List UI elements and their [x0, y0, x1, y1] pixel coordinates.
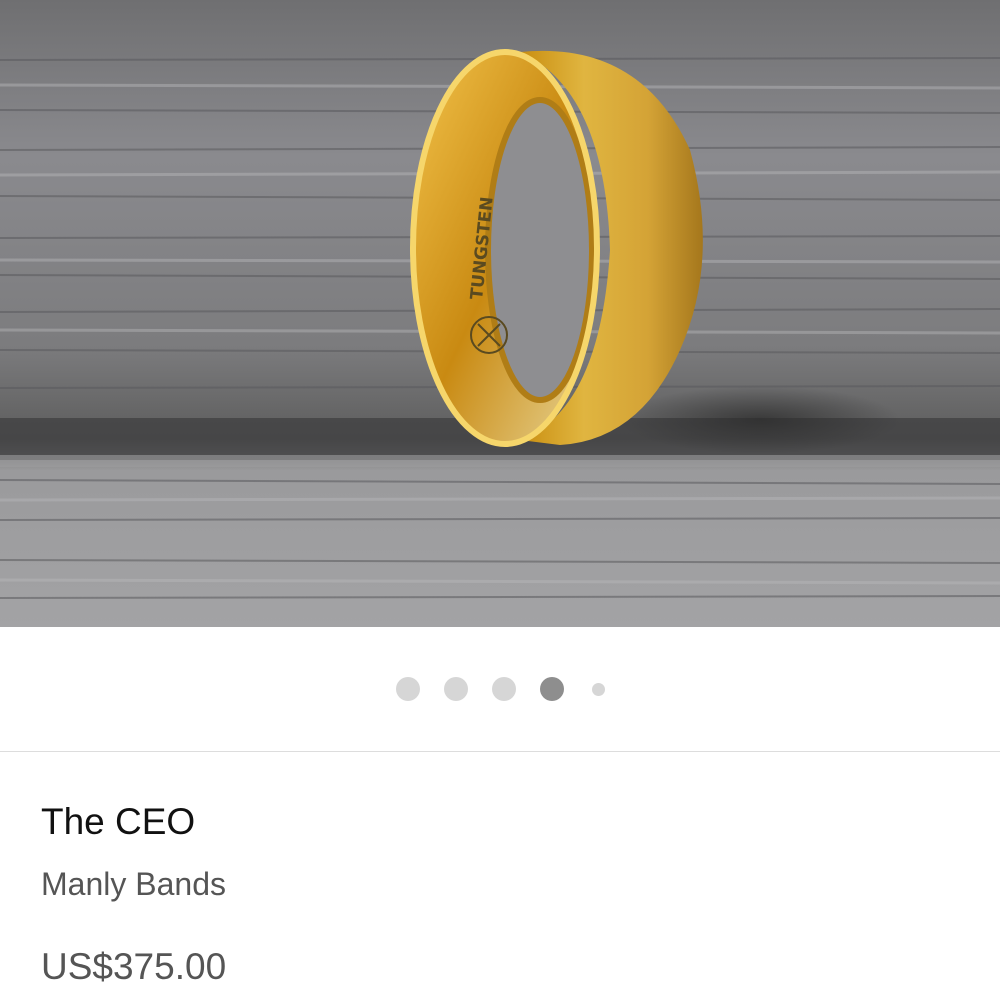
carousel-dot-2[interactable] — [443, 677, 468, 701]
carousel-dot-5[interactable] — [591, 682, 605, 696]
product-image[interactable]: TUNGSTEN — [0, 0, 1000, 627]
carousel-dot-4-active[interactable] — [539, 677, 564, 701]
product-brand[interactable]: Manly Bands — [41, 864, 226, 904]
product-price: US$375.00 — [41, 946, 227, 987]
product-page: TUNGSTEN The CEO Manly Bands US$375.00 — [0, 0, 1000, 1000]
carousel-dot-3[interactable] — [491, 677, 516, 701]
ring-photo: TUNGSTEN — [0, 0, 1000, 627]
carousel-dot-1[interactable] — [395, 677, 420, 701]
carousel-indicator — [0, 627, 1000, 751]
product-title: The CEO — [41, 801, 196, 842]
divider — [0, 751, 1000, 752]
